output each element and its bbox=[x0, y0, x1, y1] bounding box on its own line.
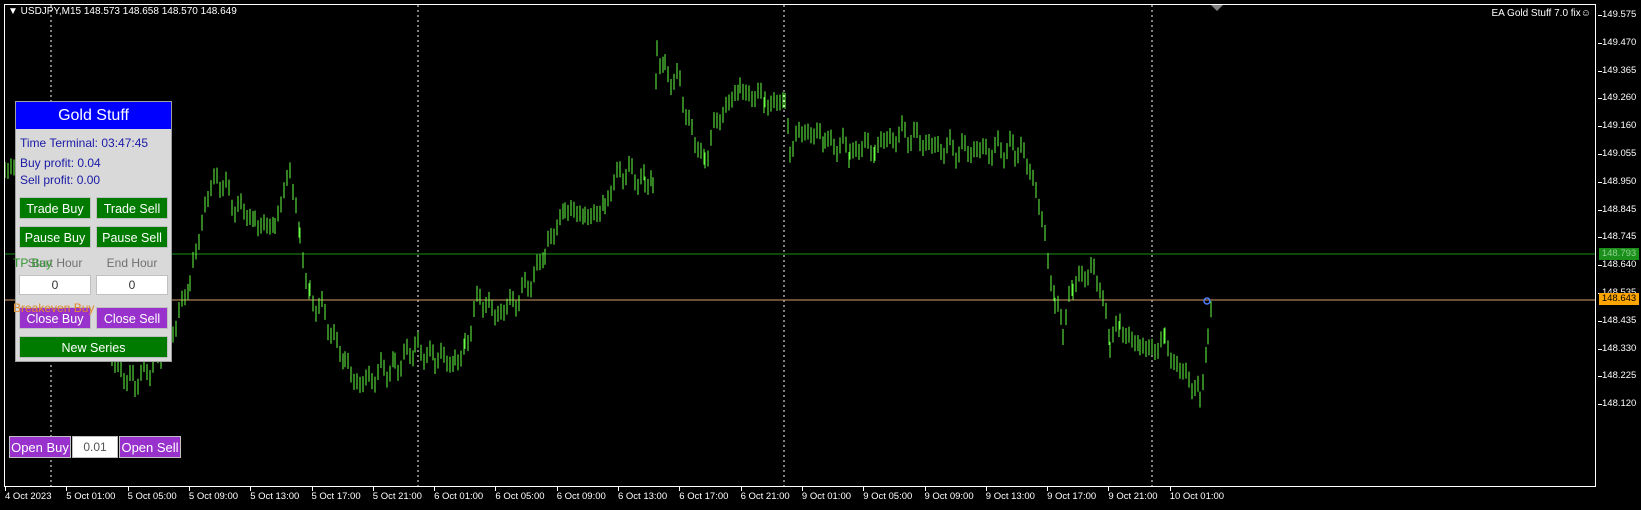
tp-price-tag: 148.793 bbox=[1599, 248, 1639, 260]
close-sell-button[interactable]: Close Sell bbox=[96, 307, 168, 329]
lot-size-input[interactable]: 0.01 bbox=[72, 436, 118, 458]
price-label: 148.435 bbox=[1602, 314, 1637, 326]
open-sell-button[interactable]: Open Sell bbox=[119, 436, 181, 458]
price-label: 149.575 bbox=[1602, 9, 1637, 20]
buy-profit: Buy profit: 0.04 bbox=[20, 156, 101, 170]
price-label: 149.160 bbox=[1602, 120, 1637, 132]
time-label: 10 Oct 01:00 bbox=[1169, 491, 1225, 502]
new-series-button[interactable]: New Series bbox=[19, 336, 168, 358]
end-hour-label: End Hour bbox=[106, 256, 158, 270]
time-label: 9 Oct 13:00 bbox=[985, 491, 1035, 502]
end-hour-input[interactable]: 0 bbox=[96, 275, 168, 295]
price-label: 148.225 bbox=[1602, 370, 1637, 382]
time-label: 9 Oct 17:00 bbox=[1047, 491, 1097, 502]
price-label: 148.950 bbox=[1602, 175, 1637, 187]
time-label: 9 Oct 05:00 bbox=[863, 491, 913, 502]
price-scale[interactable]: 149.575 149.470 149.365 149.260 149.160 149.0… bbox=[1598, 0, 1641, 510]
breakeven-buy-label: Breakeven Buy bbox=[13, 301, 95, 315]
time-label: 9 Oct 09:00 bbox=[924, 491, 974, 502]
price-label: 149.470 bbox=[1602, 36, 1637, 48]
price-label: 148.745 bbox=[1602, 231, 1637, 243]
price-label: 149.365 bbox=[1602, 64, 1637, 76]
price-label: 148.845 bbox=[1602, 203, 1637, 215]
time-terminal: Time Terminal: 03:47:45 bbox=[20, 136, 149, 150]
time-label: 5 Oct 21:00 bbox=[372, 491, 422, 502]
time-label: 9 Oct 01:00 bbox=[801, 491, 852, 502]
time-label: 5 Oct 01:00 bbox=[66, 491, 116, 502]
chart-area[interactable] bbox=[4, 4, 1596, 487]
time-label: 5 Oct 05:00 bbox=[127, 491, 177, 502]
price-label: 149.055 bbox=[1602, 148, 1637, 159]
start-hour-input[interactable]: 0 bbox=[19, 275, 91, 295]
pause-buy-button[interactable]: Pause Buy bbox=[19, 226, 91, 248]
time-label: 4 Oct 2023 bbox=[5, 491, 52, 502]
price-label: 148.120 bbox=[1602, 398, 1637, 410]
price-label: 149.260 bbox=[1602, 92, 1637, 104]
current-price-marker bbox=[1203, 297, 1211, 305]
symbol-info: ▼ USDJPY,M15 148.573 148.658 148.570 148… bbox=[8, 6, 237, 17]
time-label: 5 Oct 13:00 bbox=[250, 491, 300, 502]
time-label: 6 Oct 01:00 bbox=[434, 491, 484, 502]
time-label: 5 Oct 17:00 bbox=[311, 491, 361, 502]
price-label: 148.640 bbox=[1602, 259, 1637, 271]
time-label: 5 Oct 09:00 bbox=[188, 491, 239, 502]
time-label: 6 Oct 21:00 bbox=[740, 491, 790, 502]
time-label: 6 Oct 09:00 bbox=[556, 491, 606, 502]
trade-buy-button[interactable]: Trade Buy bbox=[19, 197, 91, 219]
time-label: 6 Oct 17:00 bbox=[679, 491, 729, 502]
price-label: 148.330 bbox=[1602, 342, 1637, 354]
chart-shift-icon[interactable] bbox=[1211, 5, 1223, 11]
pause-sell-button[interactable]: Pause Sell bbox=[96, 226, 168, 248]
current-price-tag: 148.643 bbox=[1599, 293, 1639, 305]
panel-title: Gold Stuff bbox=[16, 102, 171, 129]
time-label: 6 Oct 13:00 bbox=[618, 491, 668, 502]
tp-buy-label: TP Buy bbox=[13, 256, 53, 270]
open-buy-button[interactable]: Open Buy bbox=[9, 436, 71, 458]
ea-label: EA Gold Stuff 7.0 fix☺ bbox=[1491, 8, 1591, 19]
time-label: 6 Oct 05:00 bbox=[495, 491, 545, 502]
time-label: 9 Oct 21:00 bbox=[1108, 491, 1158, 502]
price-chart[interactable] bbox=[5, 5, 1595, 486]
gold-stuff-panel: Gold Stuff Time Terminal: 03:47:45 Buy p… bbox=[15, 101, 172, 362]
trade-sell-button[interactable]: Trade Sell bbox=[96, 197, 168, 219]
sell-profit: Sell profit: 0.00 bbox=[20, 173, 101, 187]
